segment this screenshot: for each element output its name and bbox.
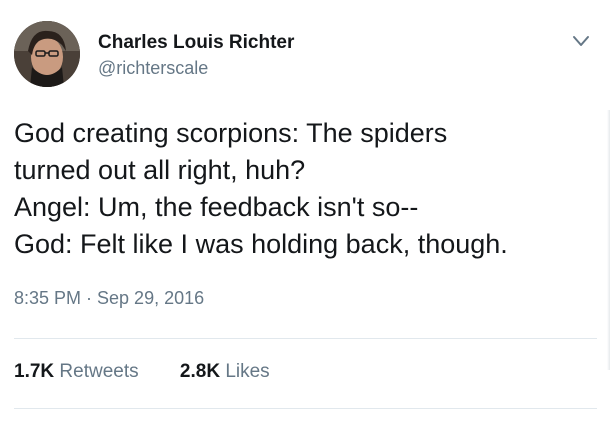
profile-photo-icon <box>14 21 80 87</box>
likes-label: Likes <box>225 361 270 382</box>
tweet-text: God creating scorpions: The spiders turn… <box>14 115 599 263</box>
divider <box>14 338 597 339</box>
tweet-text-line: Angel: Um, the feedback isn't so-- <box>14 192 419 222</box>
tweet-text-line: God creating scorpions: The spiders <box>14 118 448 148</box>
tweet-text-line: God: Felt like I was holding back, thoug… <box>14 229 508 259</box>
tweet-card: Charles Louis Richter @richterscale God … <box>0 0 610 426</box>
tweet-text-line: turned out all right, huh? <box>14 155 306 185</box>
likes-stat[interactable]: 2.8K Likes <box>180 361 270 383</box>
divider <box>14 408 597 409</box>
retweets-count: 1.7K <box>14 361 55 382</box>
author-avatar[interactable] <box>14 21 80 87</box>
chevron-down-icon <box>573 36 589 46</box>
retweets-label: Retweets <box>59 361 139 382</box>
author-handle[interactable]: @richterscale <box>98 58 208 79</box>
retweets-stat[interactable]: 1.7K Retweets <box>14 361 139 383</box>
likes-count: 2.8K <box>179 361 221 382</box>
tweet-stats: 1.7K Retweets 2.8K Likes <box>14 361 306 383</box>
author-display-name[interactable]: Charles Louis Richter <box>98 32 294 54</box>
tweet-menu-button[interactable] <box>571 33 591 49</box>
tweet-timestamp[interactable]: 8:35 PM · Sep 29, 2016 <box>14 288 204 309</box>
